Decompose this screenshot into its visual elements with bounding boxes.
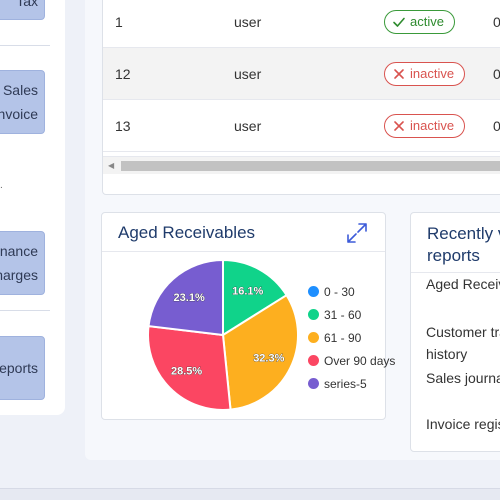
legend-label: Over 90 days <box>324 353 396 368</box>
scroll-left-icon[interactable]: ◀ <box>108 161 114 170</box>
status-cell: inactive <box>384 113 466 138</box>
sidebar-mark: . <box>0 180 3 191</box>
legend-item[interactable]: 0 - 30 <box>308 280 395 303</box>
status-cell: inactive <box>384 61 466 86</box>
pie-data-label: 28.5% <box>171 366 202 378</box>
card-title: Recently viewed reports <box>427 223 500 267</box>
status-badge: inactive <box>384 113 466 138</box>
sidebar-button-label: Tax <box>16 0 38 9</box>
report-link-label: Customer transaction <box>426 324 500 340</box>
legend-marker <box>308 355 319 366</box>
pie-data-label: 23.1% <box>174 292 205 304</box>
sidebar-button-label: Finance <box>0 243 38 259</box>
legend-marker <box>308 309 319 320</box>
row-id: 1 <box>115 13 123 30</box>
aged-receivables-card: Aged Receivables 16.1% 32.3% 28.5% 23.1% 0 … <box>101 212 395 420</box>
status-label: active <box>410 14 444 29</box>
sidebar-button-label: Reports <box>0 360 38 376</box>
status-label: inactive <box>410 66 455 81</box>
close-icon <box>394 68 404 79</box>
report-link-label: Sales journal <box>426 370 500 386</box>
table-row[interactable]: 13 user inactive 0 <box>103 100 500 152</box>
report-link[interactable]: Invoice register <box>426 413 500 435</box>
status-label: inactive <box>410 118 455 133</box>
row-value: 0 <box>493 66 500 82</box>
close-icon <box>394 120 404 131</box>
legend-marker <box>308 378 319 389</box>
legend-label: series-5 <box>324 376 367 391</box>
card-header: Recently viewed reports <box>411 213 500 273</box>
legend-label: 61 - 90 <box>324 330 362 345</box>
sidebar-divider <box>0 310 50 311</box>
sidebar-button-label: Invoice <box>0 106 38 122</box>
report-link[interactable]: Customer transaction history <box>426 321 500 365</box>
horizontal-scrollbar[interactable]: ◀ <box>103 156 500 174</box>
expand-icon[interactable] <box>343 219 371 247</box>
legend-marker <box>308 332 319 343</box>
status-badge: active <box>384 9 455 34</box>
bottom-bar <box>0 488 500 500</box>
sidebar-button-label: Charges <box>0 267 38 283</box>
card-title: Aged Receivables <box>118 223 256 242</box>
pie-data-label: 32.3% <box>253 352 284 364</box>
table-row[interactable]: 12 user inactive 0 <box>103 48 500 100</box>
row-role: user <box>234 65 262 82</box>
legend-label: 31 - 60 <box>324 307 362 322</box>
sidebar-button-reports[interactable]: Reports <box>0 336 45 400</box>
sidebar: Tax Sales Invoice . Finance Charges Repo… <box>0 0 65 415</box>
row-role: user <box>234 117 262 134</box>
status-cell: active <box>384 9 455 34</box>
report-link-label: Aged Receivables <box>426 276 500 292</box>
table-row[interactable]: 1 user active 0 <box>103 0 500 48</box>
report-link[interactable]: Sales journal <box>426 367 500 389</box>
sidebar-button-finance-charges[interactable]: Finance Charges <box>0 231 45 295</box>
recent-reports-card: Recently viewed reports Aged Receivables… <box>410 212 500 452</box>
users-table: 1 user active 0 12 user inactive 0 13 us… <box>102 0 500 195</box>
aged-receivables-pie-chart: 16.1% 32.3% 28.5% 23.1% <box>147 258 299 411</box>
status-badge: inactive <box>384 61 466 86</box>
legend-marker <box>308 286 319 297</box>
legend-item[interactable]: Over 90 days <box>308 349 395 372</box>
row-role: user <box>234 13 262 30</box>
sidebar-button-tax[interactable]: Tax <box>0 0 45 20</box>
report-link-label: Invoice register <box>426 416 500 432</box>
legend-label: 0 - 30 <box>324 284 355 299</box>
sidebar-divider <box>0 45 50 46</box>
chart-legend: 0 - 30 31 - 60 61 - 90 Over 90 days series-5 <box>308 280 395 395</box>
sidebar-button-sales-invoice[interactable]: Sales Invoice <box>0 70 45 134</box>
check-icon <box>393 17 405 27</box>
row-value: 0 <box>493 118 500 134</box>
pie-data-label: 16.1% <box>232 285 263 297</box>
legend-item[interactable]: 31 - 60 <box>308 303 395 326</box>
row-id: 12 <box>115 65 131 82</box>
row-value: 0 <box>493 14 500 30</box>
card-header: Aged Receivables <box>102 213 385 252</box>
legend-item[interactable]: series-5 <box>308 372 395 395</box>
scrollbar-thumb[interactable] <box>121 161 500 171</box>
legend-item[interactable]: 61 - 90 <box>308 326 395 349</box>
report-link-label: history <box>426 346 468 362</box>
card-title-line: Recently viewed <box>427 224 500 243</box>
card-title-line: reports <box>427 246 480 265</box>
row-id: 13 <box>115 117 131 134</box>
report-link[interactable]: Aged Receivables <box>426 273 500 295</box>
sidebar-button-label: Sales <box>2 82 38 98</box>
